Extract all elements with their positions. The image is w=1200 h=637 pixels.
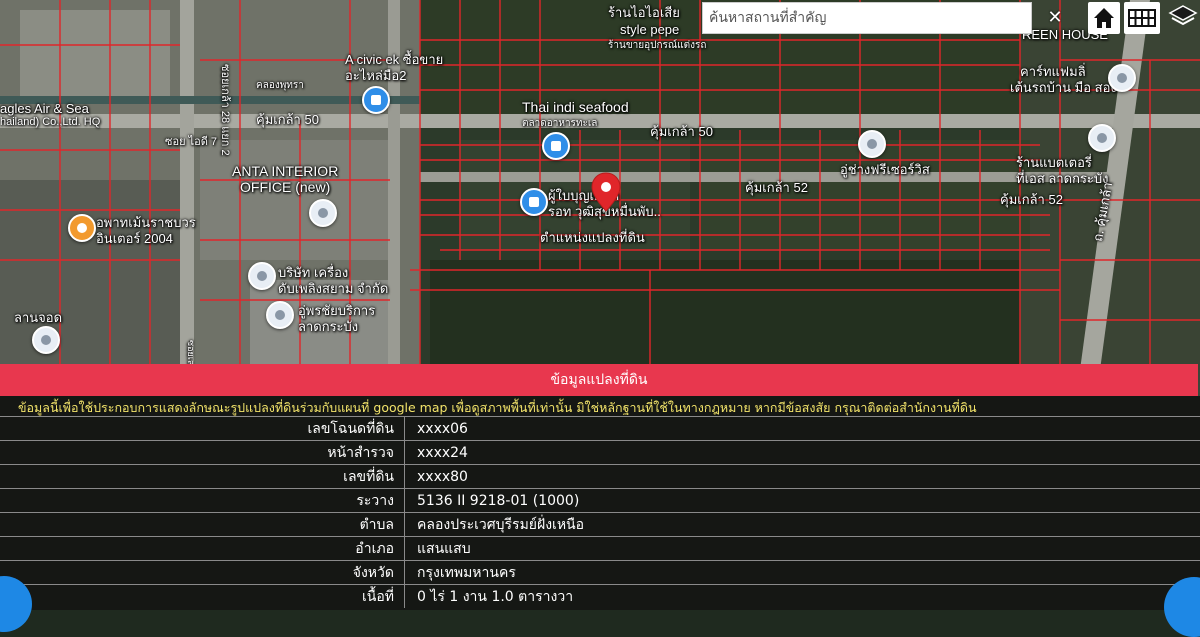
- panel-title: ข้อมูลแปลงที่ดิน: [0, 364, 1198, 396]
- place-pin-icon[interactable]: [248, 262, 276, 290]
- row-label: ตำบล: [0, 513, 405, 537]
- table-row: จังหวัด กรุงเทพมหานคร: [0, 561, 1200, 585]
- layers-icon: [1166, 2, 1200, 34]
- row-label: เลขที่ดิน: [0, 465, 405, 489]
- map-label: อะไหล่มือ2: [345, 68, 406, 83]
- grid-button[interactable]: [1124, 2, 1160, 34]
- row-value: 5136 II 9218-01 (1000): [405, 489, 1200, 513]
- row-value: xxxx06: [405, 417, 1200, 441]
- place-pin-icon[interactable]: [1088, 124, 1116, 152]
- location-marker-icon[interactable]: [590, 172, 622, 212]
- map-label: ลานจอด: [14, 310, 62, 325]
- home-button[interactable]: [1088, 2, 1120, 34]
- map-label: คลองพุทรา: [256, 78, 304, 93]
- table-row: อำเภอ แสนแสบ: [0, 537, 1200, 561]
- table-row: เลขโฉนดที่ดิน xxxx06: [0, 417, 1200, 441]
- row-value: แสนแสบ: [405, 537, 1200, 561]
- row-label: จังหวัด: [0, 561, 405, 585]
- place-pin-icon[interactable]: [32, 326, 60, 354]
- map-label: อู่ช่างฟรีเซอร์วิส: [840, 162, 930, 177]
- row-value: 0 ไร่ 1 งาน 1.0 ตารางวา: [405, 585, 1200, 609]
- map-label: OFFICE (new): [240, 180, 330, 195]
- map-label: ตลาดอาหารทะเล: [522, 116, 597, 131]
- place-pin-icon[interactable]: [858, 130, 886, 158]
- map-label: style pepe: [620, 22, 679, 37]
- table-row: เลขที่ดิน xxxx80: [0, 465, 1200, 489]
- table-row: หน้าสำรวจ xxxx24: [0, 441, 1200, 465]
- row-label: เลขโฉนดที่ดิน: [0, 417, 405, 441]
- table-row: เนื้อที่ 0 ไร่ 1 งาน 1.0 ตารางวา: [0, 585, 1200, 609]
- place-pin-icon[interactable]: [266, 301, 294, 329]
- map-label: Thai indi seafood: [522, 100, 629, 115]
- row-value: คลองประเวศบุรีรมย์ฝั่งเหนือ: [405, 513, 1200, 537]
- map-label: อินเตอร์ 2004: [96, 231, 173, 246]
- row-value: xxxx24: [405, 441, 1200, 465]
- map-label: ที่เอส ลาดกระบัง: [1016, 171, 1109, 186]
- map-label: ร้านขายอุปกรณ์แต่งรถ: [608, 38, 706, 53]
- home-icon: [1088, 2, 1120, 34]
- table-row: ระวาง 5136 II 9218-01 (1000): [0, 489, 1200, 513]
- map-label: เต้นรถบ้าน มือ สอง: [1010, 80, 1117, 95]
- shopping-pin-icon[interactable]: [520, 188, 548, 216]
- map-label: ลาดกระบัง: [298, 319, 358, 334]
- map-label: agles Air & Sea: [0, 101, 89, 116]
- row-value: xxxx80: [405, 465, 1200, 489]
- place-pin-icon[interactable]: [1108, 64, 1136, 92]
- map-label: อู่พรชัยบริการ: [298, 303, 375, 318]
- parcel-table: เลขโฉนดที่ดิน xxxx06 หน้าสำรวจ xxxx24 เล…: [0, 416, 1200, 608]
- store-pin-icon[interactable]: [362, 86, 390, 114]
- map-label: อพาทเม้นราชบวร: [96, 215, 196, 230]
- layers-button[interactable]: [1166, 2, 1200, 34]
- map-label: ร้านแบตเตอรี่: [1016, 155, 1092, 170]
- row-label: ระวาง: [0, 489, 405, 513]
- shopping-pin-icon[interactable]: [542, 132, 570, 160]
- map-label: คาร์ทแฟมลิ่: [1020, 64, 1086, 79]
- row-label: อำเภอ: [0, 537, 405, 561]
- place-pin-icon[interactable]: [309, 199, 337, 227]
- row-label: หน้าสำรวจ: [0, 441, 405, 465]
- food-pin-icon[interactable]: [68, 214, 96, 242]
- grid-icon: [1124, 2, 1160, 34]
- map-label: คุ้มเกล้า 52: [745, 180, 808, 195]
- map-label: ร้านไอไอเสีย: [608, 5, 680, 20]
- map-label: ดับเพลิงสยาม จำกัด: [278, 281, 388, 296]
- map-label: ซอยเกล้า 28 แยก 2: [217, 64, 232, 156]
- disclaimer-text: ข้อมูลนี้เพื่อใช้ประกอบการแสดงลักษณะรูปแ…: [18, 398, 977, 418]
- row-label: เนื้อที่: [0, 585, 405, 609]
- map-label: hailand) Co.,Ltd. HQ: [0, 115, 100, 130]
- map-label: คุ้มเกล้า 52: [1000, 192, 1063, 207]
- close-icon[interactable]: ✕: [1040, 4, 1070, 32]
- table-row: ตำบล คลองประเวศบุรีรมย์ฝั่งเหนือ: [0, 513, 1200, 537]
- map-label: ตำแหน่งแปลงที่ดิน: [540, 230, 645, 245]
- map-label: A civic ek ซื้อขาย: [345, 52, 443, 67]
- search-box[interactable]: [702, 2, 1032, 34]
- map-label: คุ้มเกล้า 50: [256, 112, 319, 127]
- search-input[interactable]: [703, 3, 1015, 33]
- map-label: ANTA INTERIOR: [232, 164, 338, 179]
- map-label: ซอย ไอดี 7: [165, 135, 217, 150]
- row-value: กรุงเทพมหานคร: [405, 561, 1200, 585]
- map-label: บริษัท เครื่อง: [278, 265, 348, 280]
- map-label: คุ้มเกล้า 50: [650, 124, 713, 139]
